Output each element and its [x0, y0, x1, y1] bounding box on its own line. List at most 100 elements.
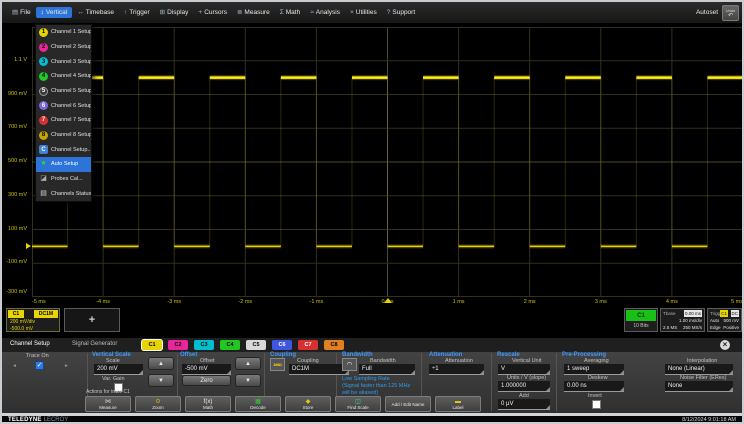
y-axis-label: 700 mV [1, 124, 27, 130]
slope-field[interactable]: 1.000000 [498, 381, 550, 392]
divider [556, 353, 557, 411]
x-axis-label: -3 ms [167, 299, 181, 305]
interpolation-select[interactable]: None (Linear) [665, 364, 733, 375]
bandwidth-select[interactable]: Full [359, 364, 415, 375]
menu-item-channel-6-setup[interactable]: 6 Channel 6 Setup... [36, 98, 91, 113]
cursors-icon: + [198, 10, 202, 16]
zero-button[interactable]: Zero [182, 375, 231, 386]
channel-setup-panel: Channel Setup Signal Generator C1C2C3C4C… [2, 338, 742, 413]
channel-chip-row: C1 C2 C3 C4 C5 C6 C7 C8 [142, 340, 344, 350]
undo-button[interactable]: Undo ↶ [722, 5, 739, 21]
add-field[interactable]: 0 µV [498, 399, 550, 410]
tab-signal-generator[interactable]: Signal Generator [72, 341, 117, 347]
channel-chip-c7[interactable]: C7 [298, 340, 318, 350]
scale-up-button[interactable]: ▲ [148, 357, 174, 370]
offset-up-button[interactable]: ▲ [235, 357, 261, 370]
measure-button[interactable]: ⋈ Measure [85, 396, 131, 412]
autoset-button[interactable]: Autoset [696, 9, 718, 16]
attenuation-select[interactable]: ÷1 [429, 364, 484, 375]
divider [491, 353, 492, 411]
channel-chip-c6[interactable]: C6 [272, 340, 292, 350]
menu-item-channels-status[interactable]: ▤ Channels Status... [36, 186, 91, 201]
zoom-button[interactable]: ⊙ Zoom [135, 396, 181, 412]
channel-descriptor-box[interactable]: C1 DC1M 200 mV/div -500.0 mV [6, 308, 60, 332]
undo-arrow-icon: ↶ [728, 13, 733, 19]
menubar-item-support[interactable]: ? Support [382, 7, 420, 18]
next-channel-arrow[interactable]: ► [64, 363, 69, 369]
y-axis-label: 300 mV [1, 192, 27, 198]
menu-item-channel-5-setup[interactable]: 5 Channel 5 Setup... [36, 84, 91, 99]
action-button-row: ⋈ Measure ⊙ Zoom f(x) Math ▦ Decode ◆ St… [85, 396, 481, 412]
actions-for-trace-label: Actions for trace C1 [86, 389, 130, 395]
menu-item-channel-2-setup[interactable]: 2 Channel 2 Setup... [36, 40, 91, 55]
menu-item-channel-4-setup[interactable]: 4 Channel 4 Setup... [36, 69, 91, 84]
x-axis-label: 1 ms [453, 299, 465, 305]
channel-chip-c3[interactable]: C3 [194, 340, 214, 350]
close-icon[interactable]: × [720, 340, 730, 350]
menu-item-channel-8-setup[interactable]: 8 Channel 8 Setup... [36, 128, 91, 143]
vertical-arrows-icon: ↕ [41, 10, 44, 16]
find-scale-button[interactable]: ◫ Find Scale [335, 396, 381, 412]
channel-chip-c4[interactable]: C4 [220, 340, 240, 350]
deskew-field[interactable]: 0.00 ns [564, 381, 624, 392]
measure-icon: ≣ [237, 10, 242, 16]
menu-item-auto-setup[interactable]: ★ Auto Setup [36, 157, 91, 172]
app-window: ▤ File ↕ Vertical ↔ Timebase ↑ Trigger ⊞… [2, 2, 742, 422]
plus-icon: + [65, 309, 119, 331]
menubar-item-cursors[interactable]: + Cursors [193, 7, 232, 18]
menu-item-channel-setup[interactable]: C Channel Setup... [36, 142, 91, 157]
math-button[interactable]: f(x) Math [185, 396, 231, 412]
timebase-summary-box[interactable]: Tbase 0.00 ms 1.00 ms/div 2.5 MS 250 MS/… [660, 308, 705, 332]
channel-chip-c1[interactable]: C1 [142, 340, 162, 350]
active-channel-box[interactable]: C1 10 Bits [624, 308, 658, 332]
display-grid-icon: ⊞ [160, 10, 165, 16]
menubar-item-trigger[interactable]: ↑ Trigger [119, 7, 155, 18]
menu-item-channel-1-setup[interactable]: 1 Channel 1 Setup... [36, 25, 91, 40]
menubar-item-file[interactable]: ▤ File [7, 7, 36, 18]
trace-on-checkbox[interactable]: ✓ [35, 361, 44, 370]
y-axis-label: 900 mV [1, 91, 27, 97]
trigger-level: 500 mV [723, 318, 739, 323]
menu-item-channel-3-setup[interactable]: 3 Channel 3 Setup... [36, 54, 91, 69]
channel-offset-marker[interactable] [26, 243, 31, 249]
channel-chip-c5[interactable]: C5 [246, 340, 266, 350]
add-edit-name-button[interactable]: Add / Edit Name [385, 396, 431, 412]
x-axis-label: 3 ms [595, 299, 607, 305]
bandwidth-meter-icon: ◠ [342, 358, 357, 371]
label-button[interactable]: ▬ Label [435, 396, 481, 412]
offset-readout: -500.0 mV [10, 326, 33, 332]
menu-item-probes-cal[interactable]: ◪ Probes Cal... [36, 172, 91, 187]
menu-item-channel-7-setup[interactable]: 7 Channel 7 Setup... [36, 113, 91, 128]
menubar-item-math[interactable]: Σ Math [275, 7, 305, 18]
vertical-unit-select[interactable]: V [498, 364, 550, 375]
menubar-item-utilities[interactable]: × Utilities [345, 7, 382, 18]
invert-checkbox[interactable] [592, 400, 601, 409]
x-axis-label: 2 ms [524, 299, 536, 305]
trigger-summary-box[interactable]: Trigger C1 DC Auto 500 mV Edge Positive [707, 308, 742, 332]
channel-chip-c8[interactable]: C8 [324, 340, 344, 350]
store-button[interactable]: ◆ Store [285, 396, 331, 412]
offset-down-button[interactable]: ▼ [235, 374, 261, 387]
averaging-field[interactable]: 1 sweep [564, 364, 624, 375]
offset-field[interactable]: -500 mV [182, 364, 231, 375]
noise-filter-select[interactable]: None [665, 381, 733, 392]
channel-chip-c2[interactable]: C2 [168, 340, 188, 350]
channel-badge-1: 1 [39, 28, 48, 37]
var-gain-label: Var. Gain [102, 376, 125, 382]
coupling-select[interactable]: DC1M [289, 364, 349, 375]
menubar-item-vertical[interactable]: ↕ Vertical [36, 7, 73, 18]
add-trace-box[interactable]: + [64, 308, 120, 332]
decode-button[interactable]: ▦ Decode [235, 396, 281, 412]
tab-channel-setup[interactable]: Channel Setup [10, 341, 50, 347]
menubar-item-display[interactable]: ⊞ Display [155, 7, 194, 18]
scale-field[interactable]: 200 mV [94, 364, 143, 375]
menubar-item-timebase[interactable]: ↔ Timebase [72, 7, 119, 18]
timebase-arrows-icon: ↔ [77, 10, 84, 16]
scale-down-button[interactable]: ▼ [148, 374, 174, 387]
trigger-source: C1 [720, 310, 728, 317]
menubar-item-measure[interactable]: ≣ Measure [232, 7, 275, 18]
prev-channel-arrow[interactable]: ◄ [12, 363, 17, 369]
channel-badge-5: 5 [39, 87, 48, 96]
menubar-item-analysis[interactable]: ≈ Analysis [305, 7, 345, 18]
trigger-time-marker[interactable] [384, 298, 392, 303]
